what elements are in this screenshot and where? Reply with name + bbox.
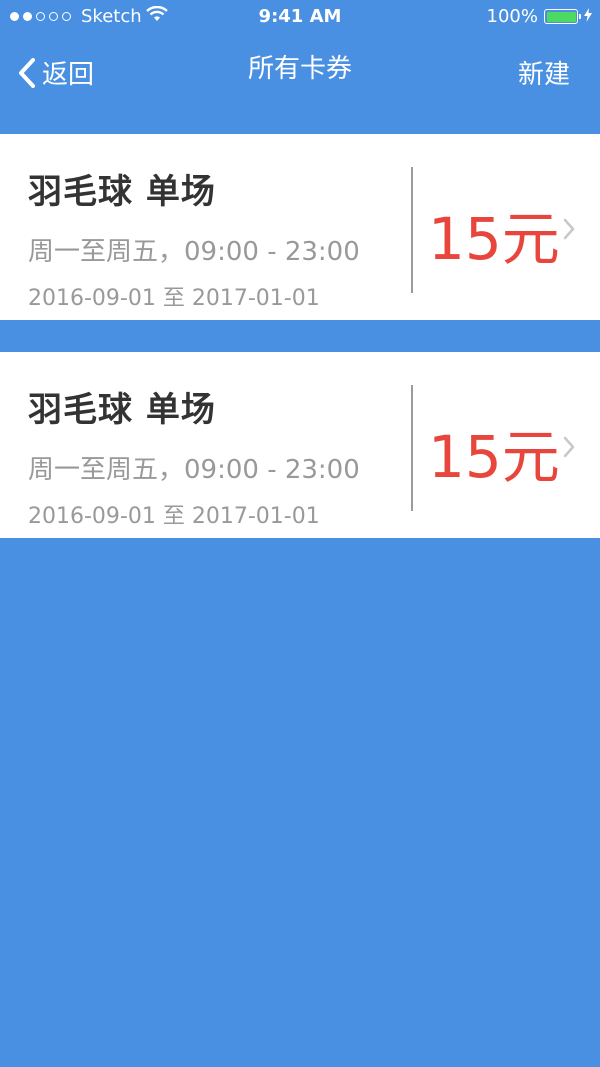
coupon-card[interactable]: 羽毛球 单场 周一至周五，09:00 - 23:00 2016-09-01 至 … [0, 352, 600, 538]
divider [411, 385, 413, 511]
coupon-price: 15元 [428, 423, 560, 491]
coupon-price: 15元 [428, 205, 560, 273]
page-title: 所有卡券 [247, 54, 352, 84]
chevron-right-icon [562, 436, 576, 462]
coupon-name: 羽毛球 单场 [28, 172, 216, 212]
battery-icon [544, 9, 581, 24]
chevron-right-icon [562, 218, 576, 244]
status-bar: Sketch 9:41 AM 100% [0, 0, 600, 34]
charging-icon [584, 6, 592, 27]
battery-percent: 100% [486, 6, 538, 27]
coupon-card[interactable]: 羽毛球 单场 周一至周五，09:00 - 23:00 2016-09-01 至 … [0, 134, 600, 320]
divider [411, 167, 413, 293]
coupon-name: 羽毛球 单场 [28, 390, 216, 430]
coupon-date-range: 2016-09-01 至 2017-01-01 [28, 504, 320, 529]
coupon-date-range: 2016-09-01 至 2017-01-01 [28, 286, 320, 311]
navigation-bar: 返回 所有卡券 新建 [0, 34, 600, 104]
new-button[interactable]: 新建 [518, 54, 570, 91]
battery-level [546, 11, 576, 22]
status-right: 100% [487, 6, 592, 27]
coupon-time: 周一至周五，09:00 - 23:00 [28, 455, 360, 485]
coupon-time: 周一至周五，09:00 - 23:00 [28, 237, 360, 267]
